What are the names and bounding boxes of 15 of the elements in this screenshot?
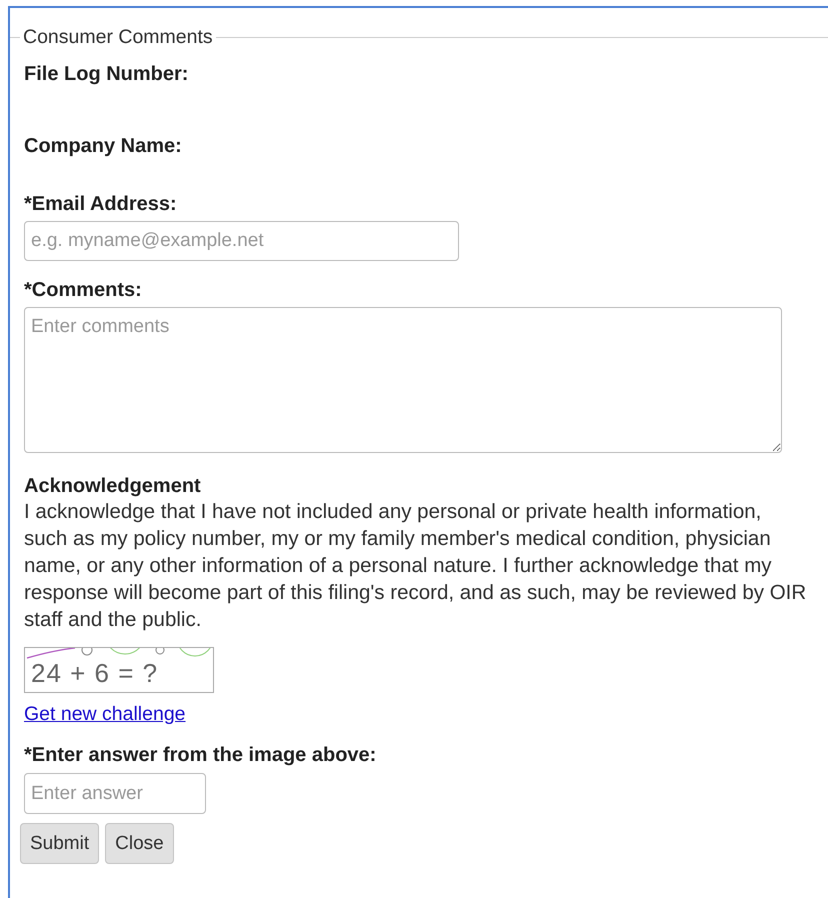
new-challenge-link[interactable]: Get new challenge: [24, 703, 186, 726]
acknowledgement-title: Acknowledgement: [24, 475, 202, 498]
field-label: *Enter answer from the image above:: [24, 744, 378, 767]
comments-field[interactable]: Enter comments: [24, 307, 782, 453]
email-field[interactable]: e.g. myname@example.net: [24, 221, 459, 261]
field-label: File Log Number:: [24, 63, 190, 86]
field-label: *Email Address:: [24, 193, 178, 216]
close-button[interactable]: Close: [105, 823, 174, 864]
submit-button[interactable]: Submit: [20, 823, 100, 864]
acknowledgement-text: I acknowledge that I have not included any personal or private health information, such as my policy number, my or my family member's medical condition, physician name, or any other information of a personal nature. I further acknowledge that my response will become part of this filing's record, and as such, may be reviewed by OIR staff and the public.: [24, 499, 808, 633]
field-label: *Comments:: [24, 279, 143, 302]
section-legend: Consumer Comments: [20, 26, 216, 49]
field-label: Company Name:: [24, 135, 183, 158]
captcha-text: 24 + 6 = ?: [31, 658, 158, 689]
answer-field[interactable]: Enter answer: [24, 773, 206, 814]
